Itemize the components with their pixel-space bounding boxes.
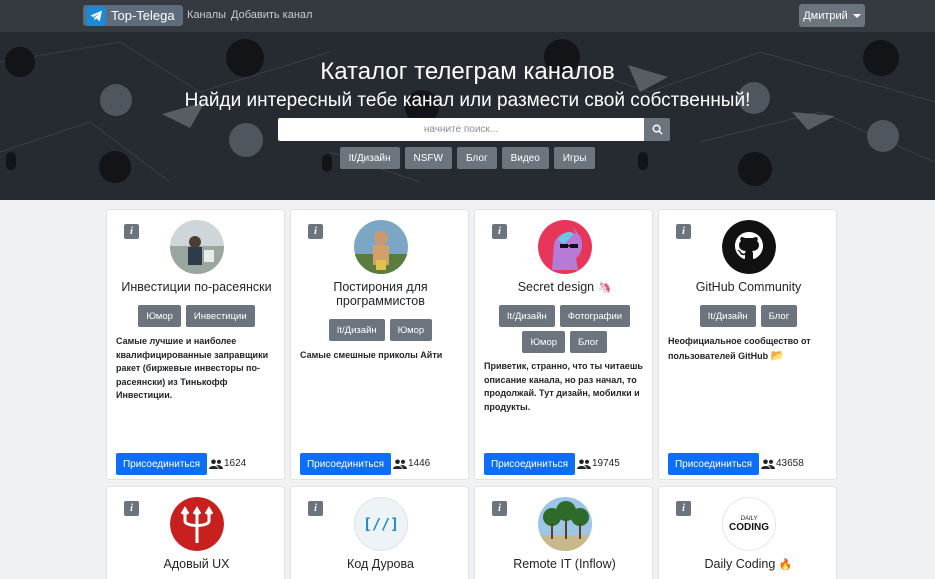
channel-description: Самые смешные приколы Айти <box>300 350 443 360</box>
category-button-blog[interactable]: Блог <box>456 147 497 169</box>
tag-list: It/Дизайн Фотографии Юмор Блог <box>479 305 650 353</box>
channel-title: Secret design <box>517 280 595 294</box>
tag-humor[interactable]: Юмор <box>522 331 566 353</box>
channel-title: GitHub Community <box>695 280 802 294</box>
trident-icon <box>170 497 224 551</box>
tag-blog[interactable]: Блог <box>760 305 798 327</box>
hero-banner: Каталог телеграм каналов Найди интересны… <box>0 32 935 200</box>
info-icon[interactable]: i <box>308 501 323 516</box>
github-icon <box>722 220 776 274</box>
navbar: Top-Telega Каналы Добавить канал Дмитрий <box>0 0 935 32</box>
hero-subtitle: Найди интересный тебе канал или размести… <box>184 90 751 111</box>
brand-name: Top-Telega <box>111 8 175 23</box>
tag-list: It/Дизайн Юмор <box>295 319 466 341</box>
category-filter-row: It/Дизайн NSFW Блог Видео Игры <box>0 147 935 169</box>
unicorn-icon <box>538 220 592 274</box>
member-count: 1624 <box>209 458 246 469</box>
info-icon[interactable]: i <box>492 501 507 516</box>
member-count: 19745 <box>577 458 620 469</box>
tag-it-design[interactable]: It/Дизайн <box>498 305 555 327</box>
channel-description: Приветик, странно, что ты читаешь описан… <box>484 361 643 412</box>
channel-title-row: Daily Coding 🔥 <box>664 557 833 572</box>
nav-link-add-channel[interactable]: Добавить канал <box>231 9 312 21</box>
code-brackets-icon: [//] <box>354 497 408 551</box>
channel-card: i Адовый UX <box>106 486 285 579</box>
unicorn-emoji-icon: 🦄 <box>597 281 612 294</box>
member-count-value: 43658 <box>776 458 804 469</box>
users-icon <box>209 459 223 469</box>
fire-emoji-icon: 🔥 <box>778 558 793 571</box>
channel-title: Инвестиции по-расеянски <box>121 280 272 294</box>
palm-trees-icon <box>538 497 592 551</box>
info-icon[interactable]: i <box>676 224 691 239</box>
member-count: 1446 <box>393 458 430 469</box>
channel-description-row: Неофициальное сообщество от пользователе… <box>668 335 831 363</box>
users-icon <box>761 459 775 469</box>
info-icon[interactable]: i <box>308 224 323 239</box>
tag-humor[interactable]: Юмор <box>389 319 433 341</box>
channel-title: Код Дурова <box>347 557 414 571</box>
channel-card: i Remote IT (Inflow) <box>474 486 653 579</box>
category-button-video[interactable]: Видео <box>501 147 549 169</box>
info-icon[interactable]: i <box>124 501 139 516</box>
tag-it-design[interactable]: It/Дизайн <box>328 319 385 341</box>
hero-title: Каталог телеграм каналов <box>320 58 615 85</box>
user-name: Дмитрий <box>803 9 848 22</box>
member-count: 43658 <box>761 458 804 469</box>
join-button[interactable]: Присоединиться <box>668 453 759 475</box>
search-input[interactable] <box>278 118 644 141</box>
channel-title: Remote IT (Inflow) <box>513 557 616 571</box>
channel-title: Адовый UX <box>163 557 230 571</box>
channel-description: Самые лучшие и наиболее квалифицированны… <box>116 336 269 400</box>
member-count-value: 1446 <box>408 458 431 469</box>
channel-title: Daily Coding <box>704 557 776 571</box>
meme-photo-icon <box>354 220 408 274</box>
member-count-value: 1624 <box>224 458 247 469</box>
caret-down-icon <box>852 13 861 18</box>
category-button-it-design[interactable]: It/Дизайн <box>339 147 400 169</box>
users-icon <box>393 459 407 469</box>
info-icon[interactable]: i <box>676 501 691 516</box>
folder-emoji-icon: 📂 <box>770 348 785 362</box>
search-button[interactable] <box>644 118 670 141</box>
tag-humor[interactable]: Юмор <box>138 305 181 327</box>
nav-link-channels[interactable]: Каналы <box>187 9 226 21</box>
channel-card: i Постирония для программистов It/Дизайн… <box>290 209 469 480</box>
channel-card: i GitHub Community It/Дизайн Блог Неофиц… <box>658 209 837 480</box>
info-icon[interactable]: i <box>124 224 139 239</box>
person-photo-icon <box>170 220 224 274</box>
join-button[interactable]: Присоединиться <box>300 453 391 475</box>
channel-card: i [//] Код Дурова <box>290 486 469 579</box>
category-button-nsfw[interactable]: NSFW <box>404 147 452 169</box>
search-icon <box>652 124 663 135</box>
telegram-icon <box>86 5 106 26</box>
tag-photos[interactable]: Фотографии <box>559 305 631 327</box>
avatar-big-text: CODING <box>729 521 769 533</box>
tag-investments[interactable]: Инвестиции <box>185 305 255 327</box>
category-button-games[interactable]: Игры <box>553 147 596 169</box>
users-icon <box>577 459 591 469</box>
channel-card: i Инвестиции по-расеянски Юмор Инвестици… <box>106 209 285 480</box>
tag-it-design[interactable]: It/Дизайн <box>699 305 756 327</box>
tag-list: Юмор Инвестиции <box>111 305 282 327</box>
member-count-value: 19745 <box>592 458 620 469</box>
info-icon[interactable]: i <box>492 224 507 239</box>
join-button[interactable]: Присоединиться <box>116 453 207 475</box>
brand-logo-link[interactable]: Top-Telega <box>83 5 183 26</box>
channel-card: i Secret design 🦄 It/Дизайн Фотографии Ю… <box>474 209 653 480</box>
channel-description: Неофициальное сообщество от пользователе… <box>668 336 811 361</box>
tag-blog[interactable]: Блог <box>570 331 607 353</box>
daily-coding-logo-icon: DAILY CODING <box>722 497 776 551</box>
avatar-text: [//] <box>362 515 400 533</box>
user-menu-button[interactable]: Дмитрий <box>799 4 865 27</box>
channel-card: i DAILY CODING Daily Coding 🔥 <box>658 486 837 579</box>
channel-title-row: Secret design 🦄 <box>480 280 649 295</box>
channel-title: Постирония для программистов <box>333 280 428 308</box>
join-button[interactable]: Присоединиться <box>484 453 575 475</box>
tag-list: It/Дизайн Блог <box>663 305 834 327</box>
